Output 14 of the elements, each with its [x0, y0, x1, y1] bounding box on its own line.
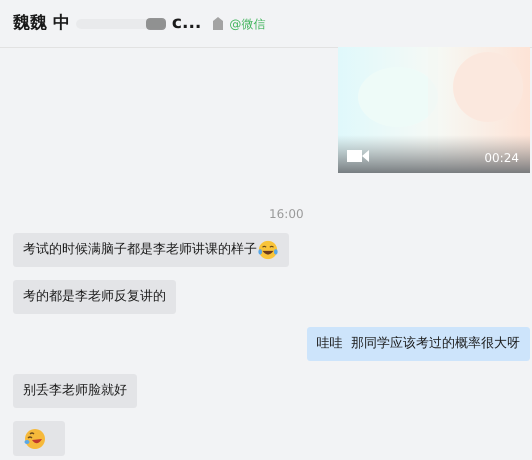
message-bubble: 别丢李老师脸就好 — [13, 374, 137, 408]
laughing-emoji-icon — [23, 426, 47, 450]
chat-title: 魏魏 中 — [13, 12, 70, 35]
video-camera-icon — [347, 149, 369, 163]
message-bubble: 考试的时候满脑子都是李老师讲课的样子 — [13, 233, 289, 267]
source-label: @微信 — [229, 16, 266, 32]
message-bubble: 考的都是李老师反复讲的 — [13, 280, 176, 314]
timestamp: 16:00 — [269, 208, 304, 220]
video-message[interactable]: 00:24 — [338, 47, 530, 173]
chat-title-end: c... — [172, 12, 202, 35]
laughing-emoji-icon — [257, 239, 279, 261]
video-duration: 00:24 — [484, 152, 519, 164]
message-bubble: 哇哇 那同学应该考过的概率很大呀 — [306, 327, 530, 361]
tag-icon — [213, 17, 224, 30]
